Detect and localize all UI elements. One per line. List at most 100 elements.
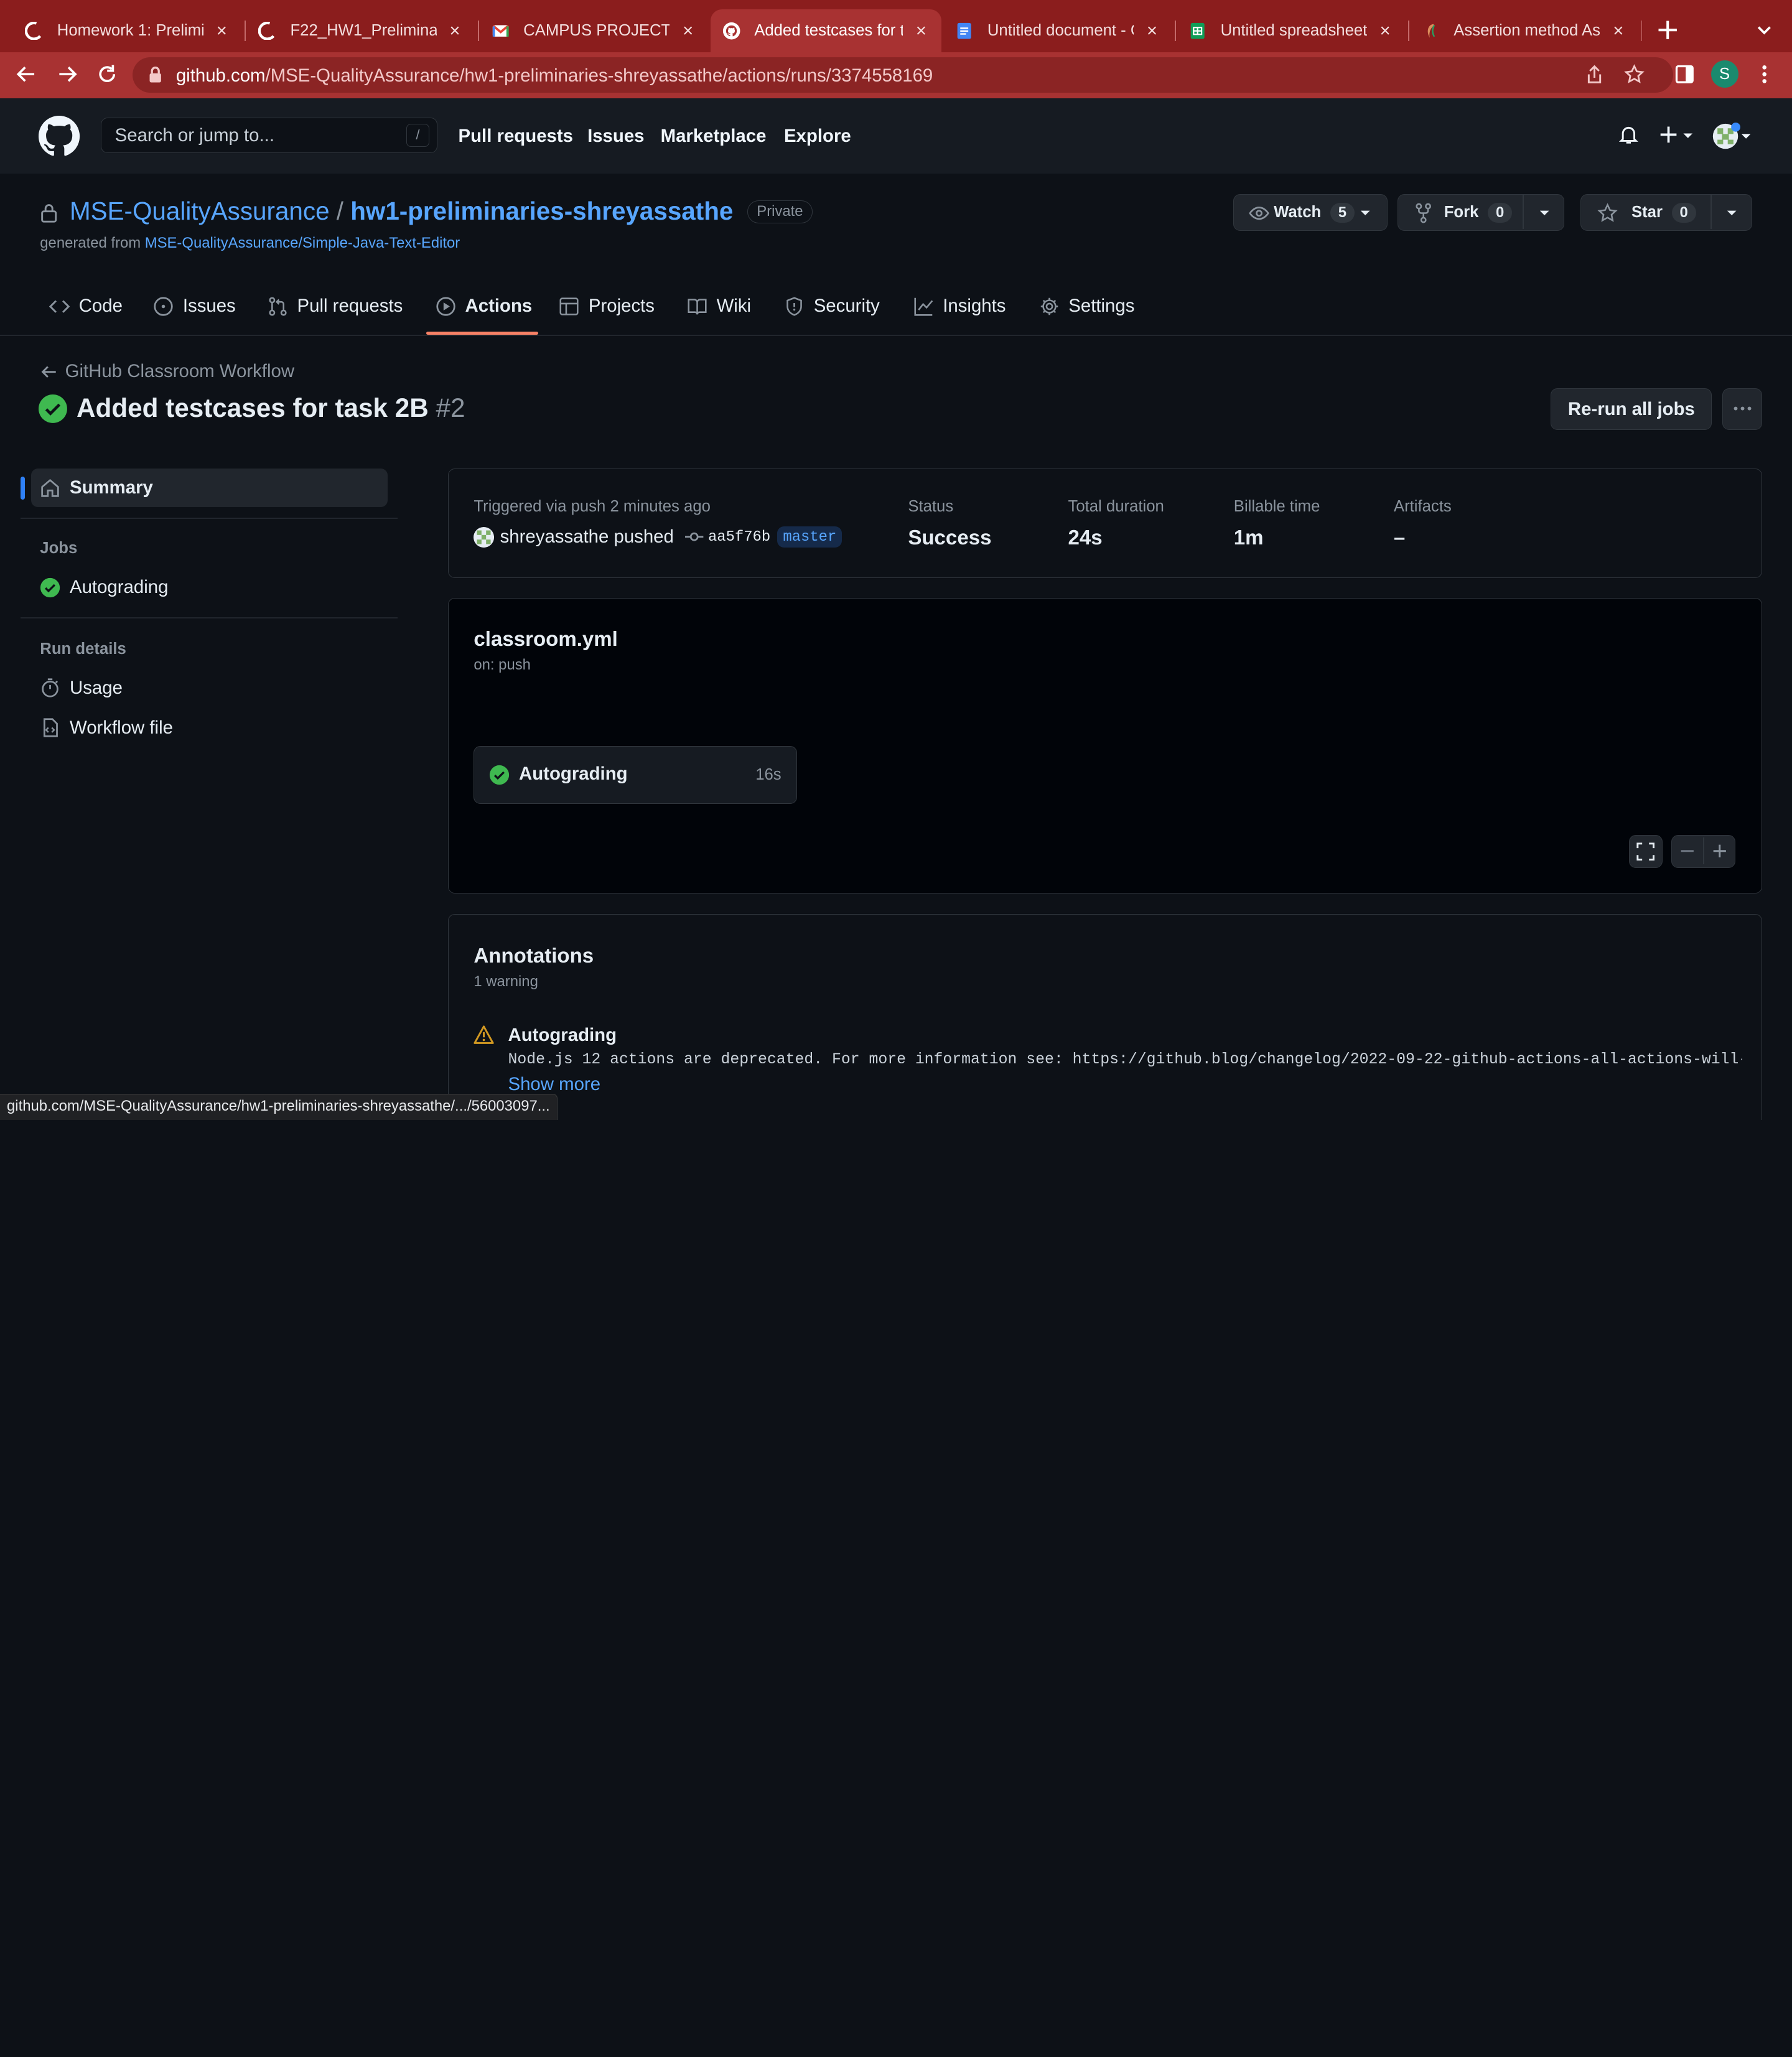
plus-icon — [1658, 21, 1677, 39]
generated-from: generated from MSE-QualityAssurance/Simp… — [40, 235, 460, 252]
canvas-icon — [258, 21, 277, 40]
show-more-link[interactable]: Show more — [508, 1074, 600, 1095]
tab-projects[interactable]: Projects — [559, 294, 655, 319]
search-shortcut-key: / — [406, 124, 429, 147]
star-button[interactable]: Star 0 — [1580, 194, 1752, 231]
status-bar-url: github.com/MSE-QualityAssurance/hw1-prel… — [0, 1093, 558, 1120]
search-input[interactable]: Search or jump to... / — [100, 118, 438, 154]
caret-down-icon[interactable] — [1539, 208, 1550, 218]
fork-button[interactable]: Fork 0 — [1398, 194, 1565, 231]
rerun-all-jobs-button[interactable]: Re-run all jobs — [1551, 388, 1712, 430]
nav-marketplace[interactable]: Marketplace — [661, 126, 767, 147]
fullscreen-button[interactable] — [1629, 834, 1663, 869]
fork-count: 0 — [1488, 203, 1513, 223]
tab-label: Wiki — [716, 296, 752, 317]
job-duration: 16s — [755, 765, 782, 783]
nav-explore[interactable]: Explore — [784, 126, 851, 147]
browser-tab-5[interactable]: Untitled document - G × — [944, 9, 1172, 53]
zoom-out-button[interactable] — [1672, 836, 1703, 867]
browser-tab-6[interactable]: Untitled spreadsheet × — [1177, 9, 1406, 53]
tab-security[interactable]: Security — [784, 294, 880, 319]
junit-icon — [1427, 24, 1435, 38]
close-icon[interactable]: × — [1376, 22, 1394, 40]
forward-button[interactable] — [55, 62, 80, 86]
tab-title: CAMPUS PROJECT Pl — [523, 22, 670, 40]
new-tab-button[interactable] — [1655, 17, 1680, 42]
back-to-workflow-link[interactable]: GitHub Classroom Workflow — [40, 361, 294, 382]
close-icon[interactable]: × — [1609, 22, 1627, 40]
sidebar-item-label: Summary — [70, 477, 153, 498]
sidebar-item-workflow-file[interactable]: Workflow file — [31, 709, 388, 747]
star-label-group: Star 0 — [1631, 203, 1696, 223]
create-new-button[interactable] — [1658, 123, 1695, 146]
repo-owner-link[interactable]: MSE-QualityAssurance — [70, 197, 330, 225]
browser-tab-3[interactable]: CAMPUS PROJECT Pl × — [480, 9, 708, 53]
repo-name-link[interactable]: hw1-preliminaries-shreyassathe — [350, 197, 733, 225]
star-count: 0 — [1671, 203, 1696, 223]
status-label: Status — [908, 497, 954, 515]
close-icon[interactable]: × — [912, 22, 930, 40]
back-button[interactable] — [14, 62, 39, 86]
more-options-button[interactable] — [1722, 388, 1763, 430]
run-summary-panel: Triggered via push 2 minutes ago shreyas… — [447, 469, 1763, 579]
caret-down-icon[interactable] — [1726, 208, 1737, 218]
nav-pull-requests[interactable]: Pull requests — [459, 126, 573, 147]
close-icon[interactable]: × — [213, 22, 231, 40]
share-icon[interactable] — [1584, 64, 1605, 85]
browser-tab-2[interactable]: F22_HW1_Preliminari × — [247, 9, 475, 53]
close-icon[interactable]: × — [1143, 22, 1161, 40]
template-repo-link[interactable]: MSE-QualityAssurance/Simple-Java-Text-Ed… — [145, 235, 460, 251]
branch-badge[interactable]: master — [777, 526, 842, 548]
repo-separator: / — [336, 196, 344, 225]
user-avatar-menu[interactable] — [1712, 122, 1753, 150]
run-title: Added testcases for task 2B #2 — [77, 393, 465, 423]
github-logo[interactable] — [39, 115, 80, 157]
tab-actions[interactable]: Actions — [436, 294, 532, 319]
eye-icon — [1248, 207, 1269, 220]
zoom-in-button[interactable] — [1704, 836, 1735, 867]
tab-label: Code — [78, 296, 123, 317]
nav-issues[interactable]: Issues — [587, 126, 644, 147]
tab-insights[interactable]: Insights — [913, 294, 1006, 319]
check-circle-fill-icon — [490, 765, 510, 785]
job-node-autograding[interactable]: Autograding 16s — [474, 745, 798, 805]
commit-sha-link[interactable]: aa5f76b — [708, 529, 770, 546]
profile-avatar[interactable]: S — [1710, 60, 1738, 88]
docs-icon — [958, 22, 972, 39]
duration-value: 24s — [1068, 526, 1103, 549]
close-icon[interactable]: × — [446, 22, 464, 40]
duration-label: Total duration — [1068, 497, 1164, 515]
kebab-menu-icon — [1762, 65, 1767, 83]
tab-wiki[interactable]: Wiki — [687, 294, 751, 319]
browser-tab-4-active[interactable]: Added testcases for t × — [711, 9, 942, 53]
tab-code[interactable]: Code — [49, 294, 123, 319]
fork-label: Fork — [1444, 203, 1479, 221]
tab-search-button[interactable] — [1753, 18, 1776, 41]
reload-button[interactable] — [95, 62, 119, 86]
tab-title: Assertion method Ass — [1454, 22, 1600, 40]
tab-settings[interactable]: Settings — [1039, 294, 1134, 319]
browser-menu-button[interactable] — [1755, 63, 1773, 86]
sidebar-item-job-autograding[interactable]: Autograding — [31, 568, 388, 607]
watch-button[interactable]: Watch 5 — [1233, 194, 1388, 231]
search-placeholder: Search or jump to... — [114, 125, 274, 146]
run-details-heading: Run details — [40, 640, 126, 658]
side-panel-button[interactable] — [1673, 63, 1696, 86]
gear-icon — [1040, 297, 1058, 315]
sheets-icon — [1190, 22, 1205, 39]
tab-issues[interactable]: Issues — [153, 294, 236, 319]
tab-title: Untitled document - G — [987, 22, 1134, 40]
tab-pull-requests[interactable]: Pull requests — [268, 294, 403, 319]
address-bar[interactable]: github.com/MSE-QualityAssurance/hw1-prel… — [133, 57, 1673, 93]
sidebar-item-usage[interactable]: Usage — [31, 668, 388, 707]
close-icon[interactable]: × — [679, 22, 697, 40]
jobs-heading: Jobs — [40, 539, 78, 557]
annotation-title[interactable]: Autograding — [508, 1025, 617, 1046]
push-actor[interactable]: shreyassathe pushed — [500, 526, 674, 548]
browser-tab-7[interactable]: Assertion method Ass × — [1410, 9, 1638, 53]
bookmark-star-icon[interactable] — [1624, 63, 1645, 85]
sidebar-item-label: Autograding — [70, 577, 169, 598]
notifications-button[interactable] — [1617, 123, 1640, 146]
sidebar-item-summary[interactable]: Summary — [30, 469, 388, 508]
browser-tab-1[interactable]: Homework 1: Prelimin × — [14, 9, 242, 53]
